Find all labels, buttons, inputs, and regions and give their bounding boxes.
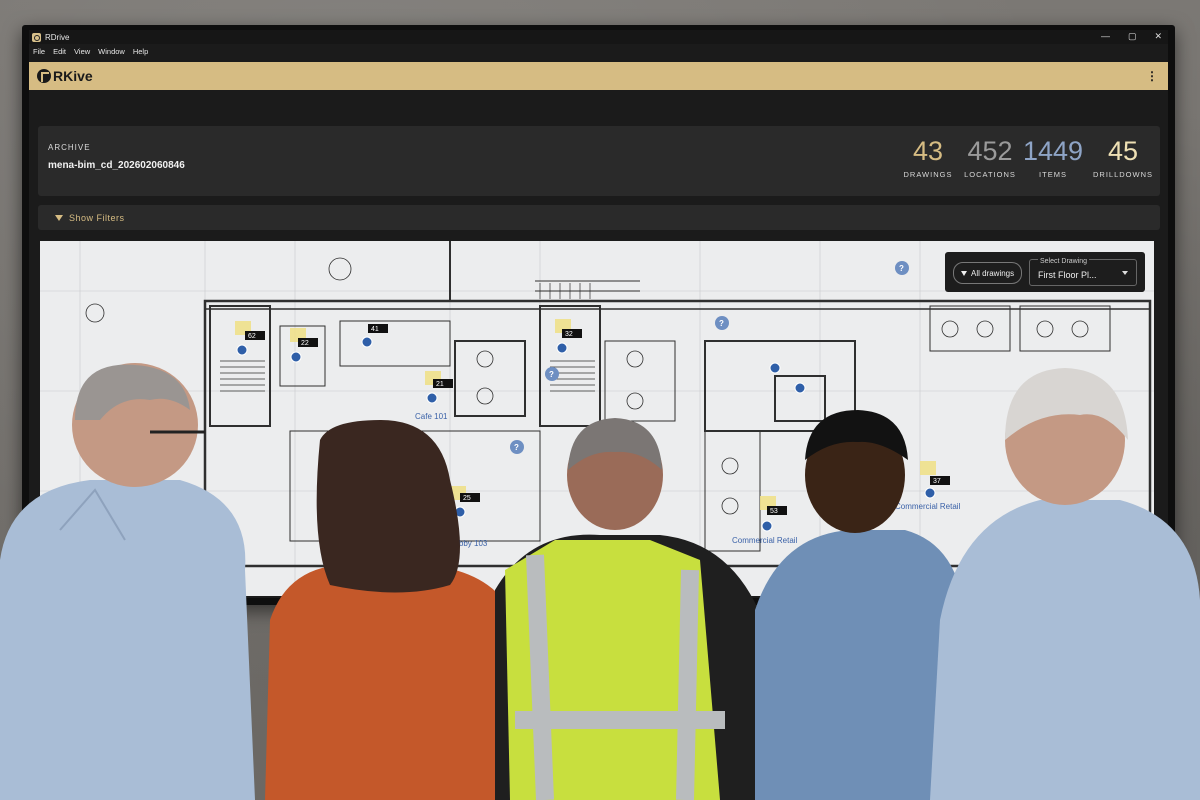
all-drawings-button[interactable]: All drawings [953,262,1023,284]
svg-text:?: ? [514,443,519,452]
logo-icon [37,69,51,83]
location-pin [794,382,806,394]
menu-view[interactable]: View [74,47,90,56]
svg-text:?: ? [719,319,724,328]
svg-text:?: ? [549,370,554,379]
location-pin [761,520,773,532]
stat-items: 1449 ITEMS [1018,136,1088,179]
floor-plan-viewer[interactable]: 62 22 41 32 21 25 37 53 ? ? ? ? Cafe 101… [40,241,1154,596]
plan-tag: 21 [436,381,444,388]
location-pin [361,336,373,348]
select-drawing-caption: Select Drawing [1038,258,1090,265]
window-title: RDrive [45,32,70,42]
brand-logo[interactable]: RKive [37,68,93,84]
location-pin [769,362,781,374]
stat-items-label: ITEMS [1039,170,1067,179]
location-pin [290,351,302,363]
minimize-button[interactable]: — [1101,31,1110,42]
location-pin [924,487,936,499]
app-header: RKive ⋮ [29,62,1168,90]
all-drawings-label: All drawings [971,268,1015,278]
room-label: Commercial Retail [732,536,798,545]
stat-drilldowns-label: DRILLDOWNS [1092,170,1153,179]
stat-items-value: 1449 [1022,136,1084,166]
stat-locations-label: LOCATIONS [964,170,1016,179]
app-window: RDrive — ▢ ✕ File Edit View Window Help … [29,30,1168,598]
kebab-icon[interactable]: ⋮ [1146,69,1158,83]
archive-name: mena-bim_cd_202602060846 [48,160,185,171]
drawing-selector-panel: All drawings Select Drawing First Floor … [945,252,1145,292]
room-label: Cafe 101 [415,412,448,421]
location-pin [556,342,568,354]
filter-bar[interactable]: Show Filters [38,205,1160,230]
plan-tag: 53 [770,508,778,515]
select-drawing-dropdown[interactable]: Select Drawing First Floor Pl... [1029,258,1137,286]
menu-file[interactable]: File [33,47,45,56]
room-label: Commercial Retail [895,502,961,511]
plan-tag: 22 [301,340,309,347]
stat-drawings-value: 43 [912,136,944,166]
location-pin [454,506,466,518]
filter-icon [55,214,63,221]
archive-summary-card: ARCHIVE mena-bim_cd_202602060846 43 DRAW… [38,126,1160,196]
stat-drawings-label: DRAWINGS [903,170,953,179]
title-bar: RDrive — ▢ ✕ [29,30,1168,44]
display-monitor: RDrive — ▢ ✕ File Edit View Window Help … [22,25,1175,605]
location-pin [236,344,248,356]
svg-text:?: ? [899,264,904,273]
room-label: Lobby 103 [450,539,488,548]
app-icon [32,32,41,42]
plan-tag: 32 [565,331,573,338]
archive-label: ARCHIVE [48,143,91,152]
location-pin [426,392,438,404]
stat-drilldowns: 45 DRILLDOWNS [1088,136,1158,179]
menu-help[interactable]: Help [133,47,148,56]
show-filters-button[interactable]: Show Filters [69,213,125,223]
close-button[interactable]: ✕ [1154,31,1162,42]
floor-plan-drawing: 62 22 41 32 21 25 37 53 ?? ?? Cafe 101 C… [40,241,1154,596]
chevron-down-icon [1122,271,1128,275]
logo-text: RKive [53,68,93,84]
menu-edit[interactable]: Edit [53,47,66,56]
menu-bar: File Edit View Window Help [29,45,1168,58]
plan-tag: 41 [371,326,379,333]
stat-drilldowns-value: 45 [1107,136,1139,166]
menu-window[interactable]: Window [98,47,125,56]
maximize-button[interactable]: ▢ [1128,31,1137,42]
stat-locations: 452 LOCATIONS [955,136,1025,179]
filter-icon [961,270,967,276]
plan-tag: 25 [463,495,471,502]
plan-tag: 37 [933,478,941,485]
stat-locations-value: 452 [967,136,1013,166]
select-drawing-value: First Floor Pl... [1038,270,1097,280]
plan-tag: 62 [248,333,256,340]
stat-drawings: 43 DRAWINGS [898,136,958,179]
